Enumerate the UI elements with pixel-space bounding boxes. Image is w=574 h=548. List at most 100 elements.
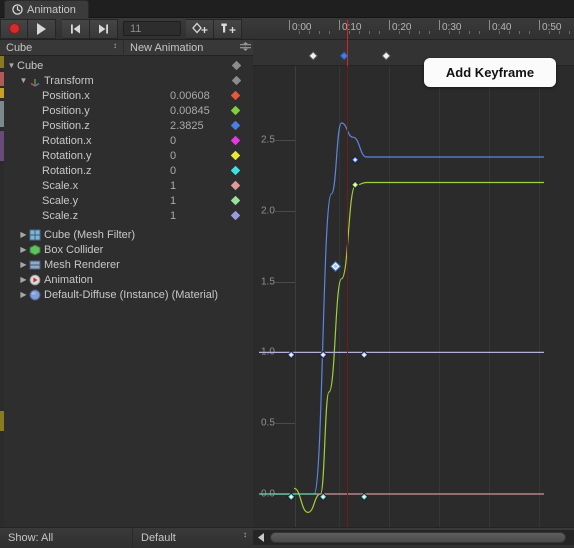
playhead-marker[interactable] — [347, 20, 348, 66]
twirl-component-icon[interactable]: ▶ — [18, 245, 29, 254]
record-button[interactable] — [0, 18, 28, 39]
property-row[interactable]: Rotation.x 0 — [0, 133, 253, 148]
component-label: Box Collider — [44, 243, 104, 256]
clip-selector[interactable]: New Animation ↕ — [124, 40, 253, 56]
scroll-left-arrow[interactable] — [254, 531, 268, 544]
component-row[interactable]: ▶ Animation — [0, 272, 253, 287]
curve-lines — [259, 122, 544, 514]
property-label: Rotation.z — [42, 164, 92, 177]
horizontal-scrollbar[interactable] — [253, 530, 574, 545]
twirl-component-icon[interactable]: ▶ — [18, 260, 29, 269]
add-keyframe-tooltip: Add Keyframe — [424, 58, 556, 87]
ruler-minor-tick — [379, 31, 380, 34]
property-curve-color-diamond[interactable] — [230, 195, 241, 206]
layout-selector-chevron-icon: ↕ — [243, 529, 247, 539]
ruler-minor-tick — [369, 31, 370, 34]
ruler-major-tick — [489, 20, 490, 30]
ruler-minor-tick — [429, 31, 430, 34]
object-selector-label: Cube — [6, 41, 33, 54]
add-keyframe-button[interactable] — [186, 18, 214, 39]
property-label: Scale.z — [42, 209, 79, 222]
ruler-minor-tick — [319, 31, 320, 34]
property-row[interactable]: Position.y 0.00845 — [0, 103, 253, 118]
hierarchy-root-label: Cube — [17, 59, 44, 72]
property-value[interactable]: 0 — [170, 165, 176, 177]
hierarchy-row-root[interactable]: ▼ Cube — [0, 58, 253, 73]
property-value[interactable]: 0.00845 — [170, 105, 210, 117]
property-row[interactable]: Rotation.z 0 — [0, 163, 253, 178]
property-curve-color-diamond[interactable] — [230, 105, 241, 116]
prev-keyframe-icon — [71, 24, 80, 33]
property-row[interactable]: Rotation.y 0 — [0, 148, 253, 163]
property-value[interactable]: 0 — [170, 150, 176, 162]
keyframe-diamond-icon — [230, 195, 241, 206]
timeline-ruler[interactable]: 0:00 0:10 0:20 0:30 0:40 0:50 — [253, 18, 574, 40]
property-label: Rotation.x — [42, 134, 92, 147]
curve-editor-panel: 0:00 0:10 0:20 0:30 0:40 0:50 0.0 0.5 1.0 1.5 2.0… — [253, 18, 574, 527]
ruler-minor-tick — [329, 31, 330, 34]
add-event-button[interactable] — [214, 18, 242, 39]
keyframe-diamond-icon — [230, 180, 241, 191]
property-curve-color-diamond[interactable] — [230, 165, 241, 176]
property-row[interactable]: Scale.y 1 — [0, 193, 253, 208]
root-keyframe-diamond[interactable] — [231, 60, 242, 71]
clock-icon — [12, 4, 23, 15]
property-value[interactable]: 1 — [170, 180, 176, 192]
mesh-renderer-icon — [29, 259, 41, 271]
layout-selector[interactable]: Default ↕ — [133, 528, 253, 548]
curve-path — [313, 122, 544, 495]
property-curve-color-diamond[interactable] — [230, 135, 241, 146]
ruler-minor-tick — [529, 31, 530, 34]
keyframe-diamond-icon — [230, 105, 241, 116]
property-value[interactable]: 0.00608 — [170, 90, 210, 102]
component-row[interactable]: ▶ Cube (Mesh Filter) — [0, 227, 253, 242]
selector-row: Cube ↕ New Animation ↕ — [0, 39, 253, 56]
property-label: Rotation.y — [42, 149, 92, 162]
object-selector[interactable]: Cube ↕ — [0, 39, 124, 56]
prev-keyframe-button[interactable] — [62, 18, 90, 39]
curve-canvas[interactable]: 0.0 0.5 1.0 1.5 2.0 2.5 — [253, 66, 574, 527]
property-row[interactable]: Position.z 2.3825 — [0, 118, 253, 133]
ruler-minor-tick — [559, 31, 560, 34]
band-keyframe[interactable] — [308, 47, 323, 61]
curve-path — [293, 181, 544, 514]
animation-toolbar: 11 — [0, 18, 253, 40]
component-row[interactable]: ▶ Default-Diffuse (Instance) (Material) — [0, 287, 253, 302]
next-keyframe-button[interactable] — [90, 18, 118, 39]
property-label: Scale.x — [42, 179, 79, 192]
twirl-transform-icon[interactable]: ▼ — [18, 76, 29, 85]
band-keyframe[interactable] — [381, 47, 396, 61]
property-row[interactable]: Scale.x 1 — [0, 178, 253, 193]
component-row[interactable]: ▶ Mesh Renderer — [0, 257, 253, 272]
property-value[interactable]: 2.3825 — [170, 120, 204, 132]
keyframe-diamond-icon — [230, 135, 241, 146]
twirl-component-icon[interactable]: ▶ — [18, 230, 29, 239]
twirl-component-icon[interactable]: ▶ — [18, 290, 29, 299]
property-curve-color-diamond[interactable] — [230, 150, 241, 161]
component-row[interactable]: ▶ Box Collider — [0, 242, 253, 257]
ruler-minor-tick — [459, 31, 460, 34]
ruler-minor-tick — [449, 31, 450, 34]
play-button[interactable] — [28, 18, 56, 39]
play-icon — [37, 22, 46, 35]
show-filter[interactable]: Show: All — [0, 528, 132, 548]
panel-resize-handle[interactable] — [240, 42, 251, 51]
property-row[interactable]: Scale.z 1 — [0, 208, 253, 223]
property-curve-color-diamond[interactable] — [230, 90, 241, 101]
property-value[interactable]: 1 — [170, 210, 176, 222]
property-row[interactable]: Position.x 0.00608 — [0, 88, 253, 103]
property-curve-color-diamond[interactable] — [230, 210, 241, 221]
ruler-major-tick — [439, 20, 440, 30]
twirl-root-icon[interactable]: ▼ — [6, 61, 17, 70]
property-curve-color-diamond[interactable] — [230, 120, 241, 131]
ruler-minor-tick — [309, 31, 310, 34]
twirl-component-icon[interactable]: ▶ — [18, 275, 29, 284]
tab-animation[interactable]: Animation — [4, 0, 89, 18]
property-value[interactable]: 0 — [170, 135, 176, 147]
property-value[interactable]: 1 — [170, 195, 176, 207]
hierarchy-row-transform[interactable]: ▼ Transform — [0, 73, 253, 88]
transform-keyframe-diamond[interactable] — [231, 75, 242, 86]
frame-input[interactable]: 11 — [123, 21, 181, 36]
scrollbar-thumb[interactable] — [270, 532, 566, 543]
property-curve-color-diamond[interactable] — [230, 180, 241, 191]
